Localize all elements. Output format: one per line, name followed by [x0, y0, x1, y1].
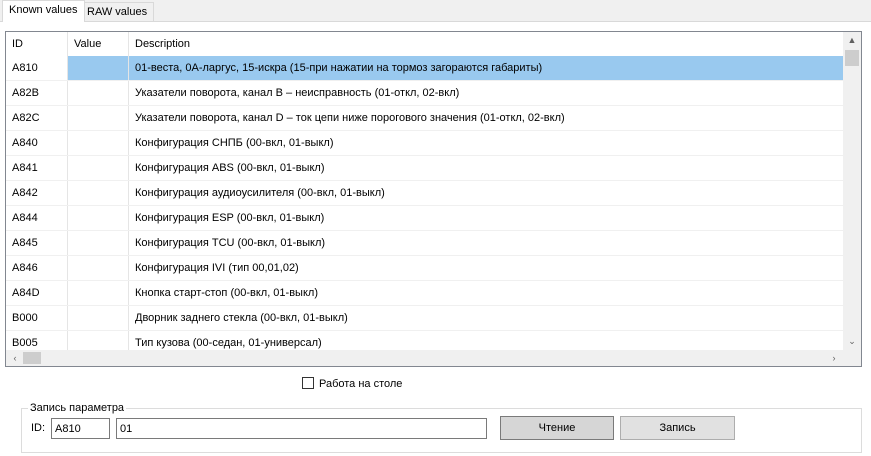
tab-known-values-label: Known values — [9, 4, 78, 16]
checkbox-label: Работа на столе — [319, 378, 403, 390]
column-header-value[interactable]: Value — [68, 32, 129, 56]
cell-value — [68, 231, 129, 255]
cell-description: Указатели поворота, канал В – неисправно… — [135, 87, 460, 99]
table-row[interactable]: A810 01-веста, 0А-ларгус, 15-искра (15-пр… — [6, 56, 843, 81]
vertical-scroll-thumb[interactable] — [845, 50, 859, 66]
scroll-down-arrow-icon[interactable]: ⌄ — [843, 333, 861, 350]
cell-description: Дворник заднего стекла (00-вкл, 01-выкл) — [135, 312, 348, 324]
cell-value — [68, 181, 129, 205]
table-row[interactable]: A84D Кнопка старт-стоп (00-вкл, 01-выкл) — [6, 281, 843, 306]
cell-id: A841 — [6, 156, 68, 180]
cell-id: B005 — [6, 331, 68, 351]
cell-description: Конфигурация СНПБ (00-вкл, 01-выкл) — [135, 137, 334, 149]
table-row[interactable]: A846 Конфигурация IVI (тип 00,01,02) — [6, 256, 843, 281]
cell-value — [68, 56, 129, 80]
cell-value — [68, 156, 129, 180]
cell-value — [68, 106, 129, 130]
table-row[interactable]: A82C Указатели поворота, канал D – ток це… — [6, 106, 843, 131]
cell-id: A846 — [6, 256, 68, 280]
cell-description: Тип кузова (00-седан, 01-универсал) — [135, 337, 322, 349]
cell-id: B000 — [6, 306, 68, 330]
table-header: ID Value Description — [6, 32, 843, 56]
table-row[interactable]: A840 Конфигурация СНПБ (00-вкл, 01-выкл) — [6, 131, 843, 156]
table-body: A810 01-веста, 0А-ларгус, 15-искра (15-пр… — [6, 56, 843, 351]
cell-id: A845 — [6, 231, 68, 255]
write-button[interactable]: Запись — [620, 416, 735, 440]
scroll-corner — [843, 350, 861, 366]
vertical-scrollbar[interactable]: ▲ ⌄ — [843, 32, 861, 350]
cell-id: A840 — [6, 131, 68, 155]
cell-description: Кнопка старт-стоп (00-вкл, 01-выкл) — [135, 287, 318, 299]
cell-id: A84D — [6, 281, 68, 305]
cell-description: Конфигурация TCU (00-вкл, 01-выкл) — [135, 237, 326, 249]
cell-value — [68, 256, 129, 280]
cell-id: A82C — [6, 106, 68, 130]
cell-value — [68, 306, 129, 330]
column-header-description[interactable]: Description — [129, 32, 843, 56]
table-row[interactable]: A841 Конфигурация ABS (00-вкл, 01-выкл) — [6, 156, 843, 181]
values-table[interactable]: ID Value Description A810 01-веста, 0А-ла… — [5, 31, 862, 367]
cell-description: 01-веста, 0А-ларгус, 15-искра (15-при на… — [129, 56, 843, 80]
scroll-left-arrow-icon[interactable]: ‹ — [6, 350, 24, 366]
horizontal-scrollbar[interactable]: ‹ › — [6, 350, 843, 366]
table-row[interactable]: B000 Дворник заднего стекла (00-вкл, 01-в… — [6, 306, 843, 331]
id-label: ID: — [31, 422, 46, 434]
cell-description: Указатели поворота, канал D – ток цепи н… — [135, 112, 565, 124]
table-row[interactable]: A842 Конфигурация аудиоусилителя (00-вкл,… — [6, 181, 843, 206]
cell-description: Конфигурация ESP (00-вкл, 01-выкл) — [135, 212, 325, 224]
cell-id: A844 — [6, 206, 68, 230]
tab-panel: ID Value Description A810 01-веста, 0А-ла… — [0, 21, 871, 456]
cell-value — [68, 281, 129, 305]
group-title: Запись параметра — [28, 401, 127, 415]
write-parameter-group: Запись параметра ID: Чтение Запись — [21, 401, 862, 453]
table-row[interactable]: A82B Указатели поворота, канал В – неиспр… — [6, 81, 843, 106]
cell-description: Конфигурация IVI (тип 00,01,02) — [135, 262, 299, 274]
cell-value — [68, 206, 129, 230]
tab-raw-values-label: RAW values — [87, 6, 148, 18]
scroll-up-arrow-icon[interactable]: ▲ — [843, 32, 861, 49]
cell-value — [68, 81, 129, 105]
scroll-right-arrow-icon[interactable]: › — [825, 350, 843, 366]
checkbox-box[interactable] — [302, 377, 314, 389]
value-input[interactable] — [116, 418, 487, 439]
tab-bar: Known values RAW values — [0, 0, 871, 22]
read-button[interactable]: Чтение — [500, 416, 614, 440]
tab-known-values[interactable]: Known values — [2, 0, 85, 22]
table-row[interactable]: B005 Тип кузова (00-седан, 01-универсал) — [6, 331, 843, 351]
cell-id: A810 — [6, 56, 68, 80]
table-row[interactable]: A844 Конфигурация ESP (00-вкл, 01-выкл) — [6, 206, 843, 231]
cell-id: A842 — [6, 181, 68, 205]
horizontal-scroll-thumb[interactable] — [23, 352, 41, 364]
cell-description: Конфигурация аудиоусилителя (00-вкл, 01-… — [135, 187, 385, 199]
cell-value — [68, 131, 129, 155]
column-header-id[interactable]: ID — [6, 32, 68, 56]
cell-id: A82B — [6, 81, 68, 105]
cell-description: Конфигурация ABS (00-вкл, 01-выкл) — [135, 162, 325, 174]
id-input[interactable] — [51, 418, 110, 439]
cell-value — [68, 331, 129, 351]
table-row[interactable]: A845 Конфигурация TCU (00-вкл, 01-выкл) — [6, 231, 843, 256]
tab-raw-values[interactable]: RAW values — [80, 2, 155, 21]
